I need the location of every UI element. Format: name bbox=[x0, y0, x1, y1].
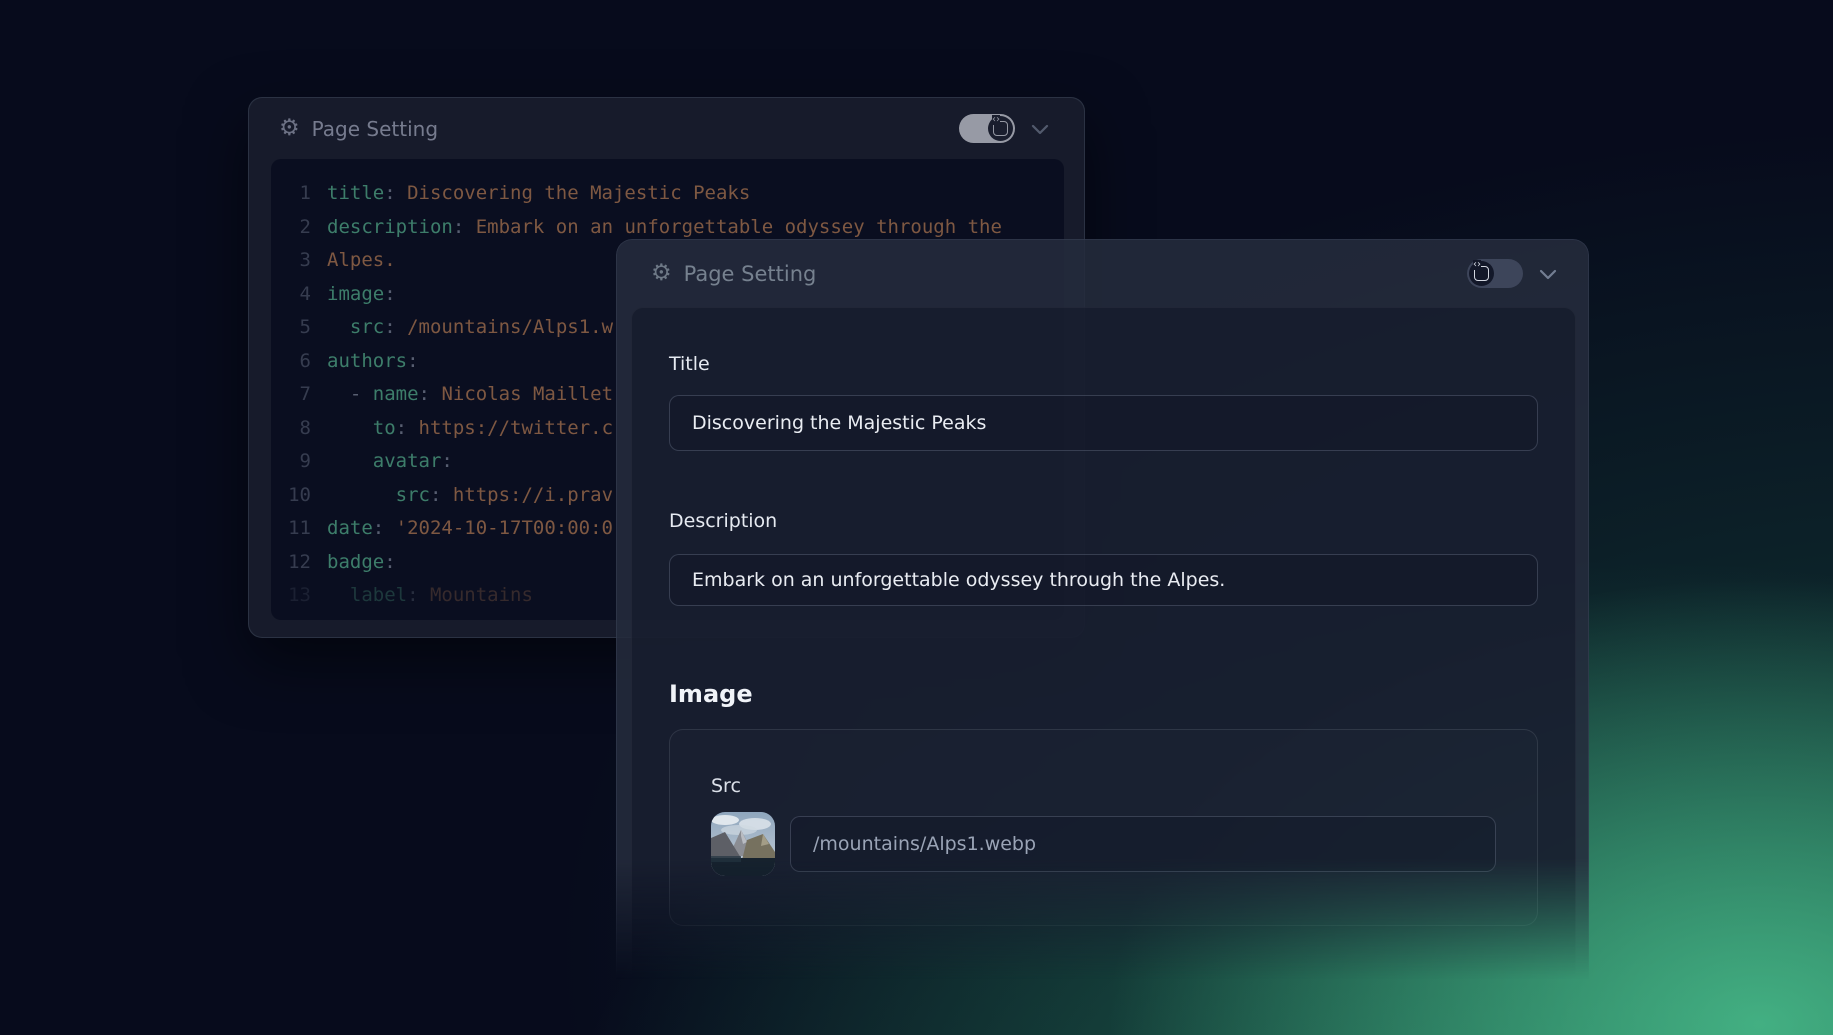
panel-title: Page Setting bbox=[684, 262, 817, 286]
toggle-knob bbox=[1469, 261, 1494, 286]
src-input[interactable] bbox=[790, 816, 1496, 872]
src-row bbox=[711, 812, 1496, 876]
code-icon bbox=[993, 121, 1008, 136]
code-view-toggle[interactable] bbox=[1467, 259, 1523, 288]
description-input[interactable] bbox=[669, 554, 1538, 606]
gear-icon: ⚙ bbox=[279, 117, 300, 140]
image-field-group: Src bbox=[669, 729, 1538, 926]
panel-header: ⚙ Page Setting bbox=[617, 240, 1588, 307]
src-label: Src bbox=[711, 774, 1496, 798]
gear-icon: ⚙ bbox=[651, 262, 672, 285]
page-setting-form: Title Description Image Src bbox=[631, 307, 1576, 1017]
chevron-down-icon[interactable] bbox=[1535, 261, 1561, 287]
chevron-down-icon[interactable] bbox=[1027, 116, 1053, 142]
page-setting-panel-form-view: ⚙ Page Setting Title Description Image S… bbox=[616, 239, 1589, 1029]
toggle-knob bbox=[988, 116, 1013, 141]
code-line: 1title: Discovering the Majestic Peaks bbox=[283, 177, 1064, 211]
panel-title: Page Setting bbox=[312, 117, 438, 141]
title-label: Title bbox=[669, 352, 1538, 376]
description-label: Description bbox=[669, 509, 1538, 533]
app-background: ⚙ Page Setting 1title: Discovering the M… bbox=[0, 0, 1833, 1035]
code-icon bbox=[1474, 266, 1489, 281]
code-view-toggle[interactable] bbox=[959, 114, 1015, 143]
image-section-heading: Image bbox=[669, 679, 1538, 709]
image-thumbnail bbox=[711, 812, 775, 876]
panel-header: ⚙ Page Setting bbox=[249, 98, 1084, 159]
title-input[interactable] bbox=[669, 395, 1538, 451]
